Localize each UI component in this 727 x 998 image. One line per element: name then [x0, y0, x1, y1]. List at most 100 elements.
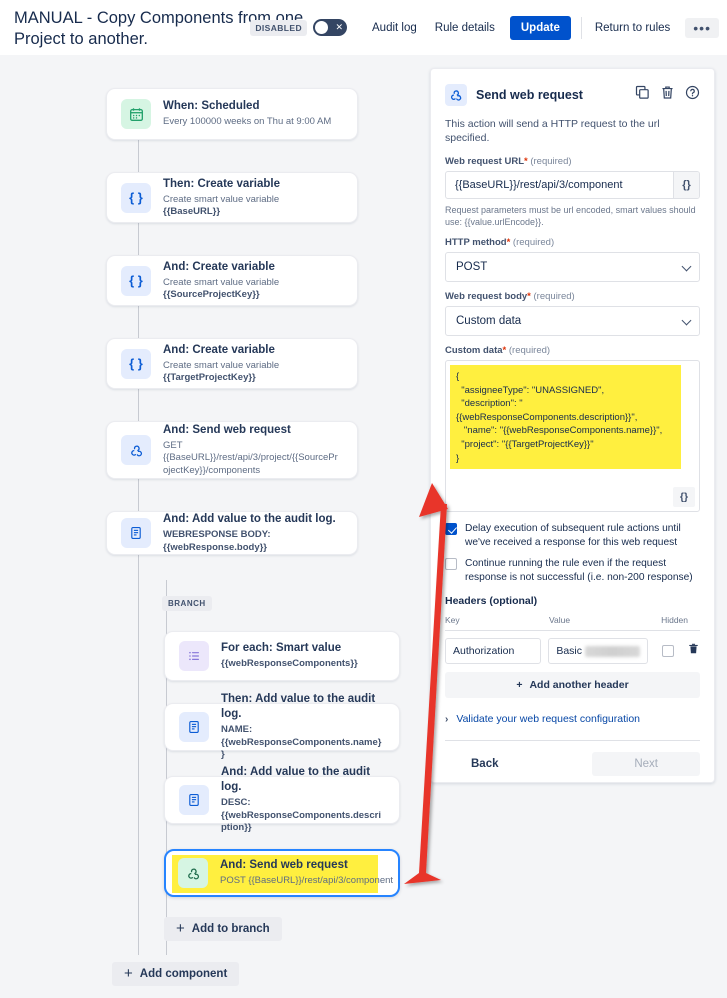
- flow-node-when-scheduled[interactable]: When: Scheduled Every 100000 weeks on Th…: [106, 88, 358, 140]
- flow-node-subtitle: NAME: {{webResponseComponents.name}}: [221, 724, 385, 762]
- required-star: *: [527, 291, 531, 302]
- delay-execution-checkbox-row[interactable]: Delay execution of subsequent rule actio…: [445, 522, 700, 550]
- plus-icon: +: [124, 968, 133, 980]
- trash-icon[interactable]: [660, 85, 675, 105]
- flow-node-title: And: Add value to the audit log.: [221, 765, 385, 795]
- flow-connector: [138, 555, 139, 625]
- next-button[interactable]: Next: [592, 752, 700, 776]
- flow-node-title: And: Add value to the audit log.: [163, 512, 343, 527]
- more-options-icon[interactable]: •••: [685, 18, 719, 38]
- status-badge: DISABLED: [250, 20, 307, 36]
- header-hidden-checkbox[interactable]: [662, 645, 674, 657]
- flow-node-text: And: Add value to the audit log. WEBRESP…: [163, 512, 343, 554]
- toggle-knob: [315, 21, 328, 34]
- custom-data-textarea[interactable]: { "assigneeType": "UNASSIGNED", "descrip…: [450, 365, 681, 469]
- update-button[interactable]: Update: [510, 16, 571, 40]
- continue-on-failure-checkbox[interactable]: [445, 558, 457, 570]
- validate-configuration-expander[interactable]: › Validate your web request configuratio…: [445, 710, 700, 730]
- rule-status-toggle-group: DISABLED ✕: [250, 19, 347, 36]
- continue-on-failure-checkbox-row[interactable]: Continue running the rule even if the re…: [445, 557, 700, 585]
- flow-node-create-variable-baseurl[interactable]: { } Then: Create variable Create smart v…: [106, 172, 358, 223]
- http-method-select[interactable]: POST: [445, 252, 700, 282]
- header-value-input[interactable]: Basic: [548, 638, 648, 664]
- smart-values-braces-button[interactable]: {}: [673, 487, 695, 507]
- delay-execution-label: Delay execution of subsequent rule actio…: [465, 522, 700, 550]
- braces-icon: { }: [121, 266, 151, 296]
- flow-node-sub2: {{SourceProjectKey}}: [163, 289, 260, 300]
- required-text: (required): [534, 291, 575, 302]
- flow-node-audit-log-name[interactable]: Then: Add value to the audit log. NAME: …: [164, 703, 400, 751]
- panel-description: This action will send a HTTP request to …: [445, 117, 700, 145]
- flow-node-subtitle: Create smart value variable {{SourceProj…: [163, 277, 343, 302]
- flow-node-subtitle: DESC: {{webResponseComponents.descriptio…: [221, 797, 385, 835]
- panel-nav-row: Back Next: [445, 741, 700, 783]
- panel-title: Send web request: [476, 88, 635, 102]
- web-request-body-select-wrapper[interactable]: Custom data: [445, 306, 700, 336]
- flow-node-send-web-request-post-selected[interactable]: And: Send web request POST {{BaseURL}}/r…: [164, 849, 400, 897]
- flow-node-sub1: GET: [163, 440, 183, 451]
- flow-connector: [138, 140, 139, 172]
- headers-col-value: Value: [549, 615, 659, 625]
- flow-node-subtitle: Create smart value variable {{TargetProj…: [163, 360, 343, 385]
- delete-header-icon[interactable]: [687, 642, 700, 660]
- flow-node-audit-log-webresponse[interactable]: And: Add value to the audit log. WEBRESP…: [106, 511, 358, 555]
- flow-connector: [138, 389, 139, 421]
- flow-node-text: And: Create variable Create smart value …: [163, 260, 343, 302]
- add-another-header-label: Add another header: [529, 679, 628, 691]
- flow-node-title: And: Send web request: [220, 858, 398, 873]
- audit-log-link[interactable]: Audit log: [363, 16, 426, 40]
- flow-node-audit-log-desc[interactable]: And: Add value to the audit log. DESC: {…: [164, 776, 400, 824]
- required-text: (required): [513, 237, 554, 248]
- header-key-input[interactable]: Authorization: [445, 638, 541, 664]
- braces-icon: { }: [121, 183, 151, 213]
- body-label-text: Web request body: [445, 291, 527, 302]
- add-to-branch-button[interactable]: + Add to branch: [164, 917, 282, 941]
- send-web-request-config-panel: Send web request: [430, 68, 715, 783]
- plus-icon: +: [176, 923, 185, 935]
- flow-node-text: And: Add value to the audit log. DESC: {…: [221, 765, 385, 835]
- toggle-x-icon: ✕: [335, 23, 343, 32]
- flow-node-create-variable-targetprojectkey[interactable]: { } And: Create variable Create smart va…: [106, 338, 358, 389]
- enable-rule-toggle[interactable]: ✕: [313, 19, 347, 36]
- rule-details-link[interactable]: Rule details: [426, 16, 504, 40]
- http-method-select-wrapper[interactable]: POST: [445, 252, 700, 282]
- plus-icon: +: [516, 679, 522, 691]
- redacted-value: [585, 646, 640, 657]
- custom-data-textarea-wrapper[interactable]: { "assigneeType": "UNASSIGNED", "descrip…: [445, 360, 700, 512]
- required-star: *: [503, 345, 507, 356]
- flow-node-for-each-smart-value[interactable]: For each: Smart value {{webResponseCompo…: [164, 631, 400, 681]
- flow-node-text: When: Scheduled Every 100000 weeks on Th…: [163, 99, 343, 129]
- flow-node-subtitle: Every 100000 weeks on Thu at 9:00 AM: [163, 116, 343, 129]
- flow-node-subtitle: POST {{BaseURL}}/rest/api/3/component: [220, 875, 398, 888]
- back-button[interactable]: Back: [445, 752, 525, 776]
- flow-node-sub1: WEBRESPONSE BODY: {{webResponse.body}}: [163, 529, 271, 553]
- add-to-branch-label: Add to branch: [192, 923, 270, 935]
- return-to-rules-link[interactable]: Return to rules: [586, 16, 679, 40]
- flow-node-send-web-request-get[interactable]: And: Send web request GET {{BaseURL}}/re…: [106, 421, 358, 479]
- flow-connector: [138, 479, 139, 511]
- web-request-body-select[interactable]: Custom data: [445, 306, 700, 336]
- flow-node-title: And: Create variable: [163, 260, 343, 275]
- help-icon[interactable]: [685, 85, 700, 105]
- flow-connector: [138, 306, 139, 338]
- flow-node-create-variable-sourceprojectkey[interactable]: { } And: Create variable Create smart va…: [106, 255, 358, 306]
- headers-section-title: Headers (optional): [445, 595, 700, 607]
- custom-data-label-text: Custom data: [445, 345, 503, 356]
- flow-node-sub2: {{BaseURL}}/rest/api/3/project/{{SourceP…: [163, 452, 338, 476]
- delay-execution-checkbox[interactable]: [445, 523, 457, 535]
- web-request-url-input[interactable]: [445, 171, 700, 199]
- flow-node-sub1: Create smart value variable: [163, 194, 279, 205]
- flow-node-subtitle: GET {{BaseURL}}/rest/api/3/project/{{Sou…: [163, 440, 343, 478]
- webhook-icon: [178, 858, 208, 888]
- smart-values-braces-button[interactable]: {}: [673, 172, 699, 198]
- flow-node-sub1: Create smart value variable: [163, 277, 279, 288]
- copy-icon[interactable]: [635, 85, 650, 105]
- flow-node-text: And: Send web request GET {{BaseURL}}/re…: [163, 423, 343, 478]
- flow-node-sub1: {{webResponseComponents}}: [221, 658, 358, 669]
- flow-node-sub2: {{BaseURL}}: [163, 206, 220, 217]
- braces-icon: { }: [121, 349, 151, 379]
- add-component-button[interactable]: + Add component: [112, 962, 239, 986]
- webhook-icon: [121, 435, 151, 465]
- add-another-header-button[interactable]: + Add another header: [445, 672, 700, 698]
- document-icon: [179, 712, 209, 742]
